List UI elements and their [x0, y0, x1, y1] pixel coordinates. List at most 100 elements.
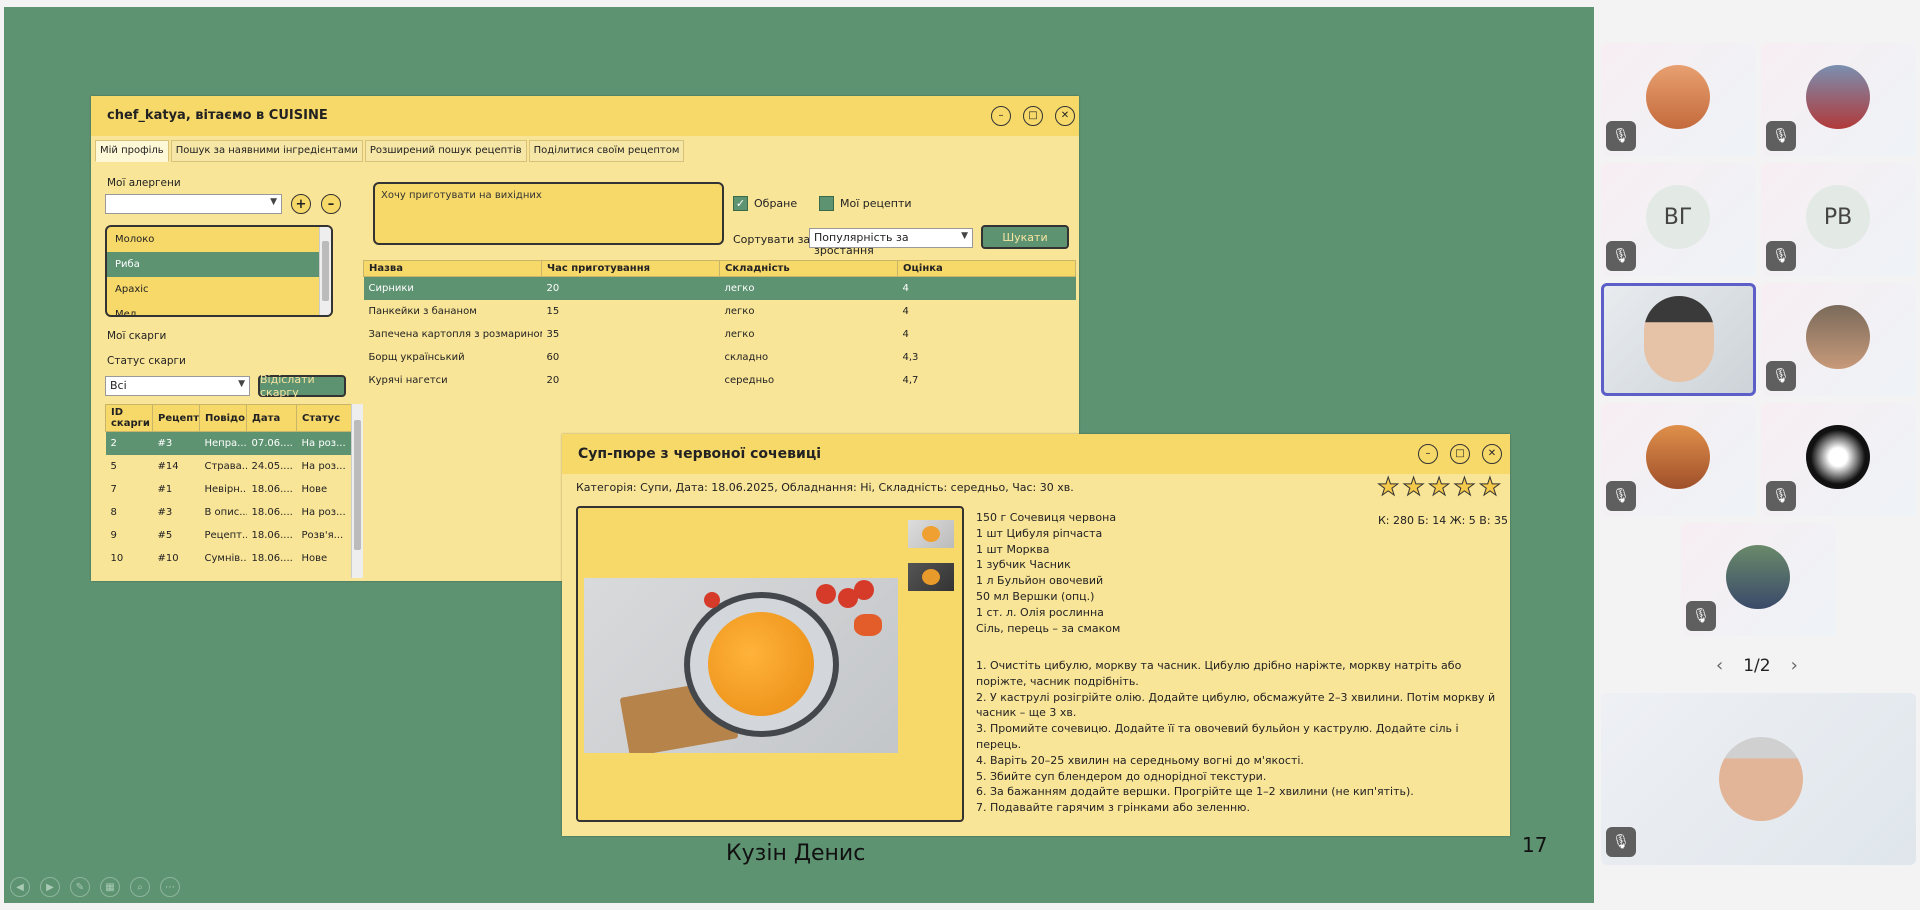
avatar: [1806, 305, 1870, 369]
next-slide-icon[interactable]: ▶: [40, 877, 60, 897]
table-row[interactable]: 7 #1 Невірн... 18.06.... Нове: [106, 478, 352, 501]
sort-select[interactable]: Популярність за зростання ▼: [809, 228, 973, 257]
pen-icon[interactable]: ✎: [70, 877, 90, 897]
maximize-icon[interactable]: □: [1450, 444, 1470, 464]
image-thumbnail[interactable]: [908, 563, 954, 591]
search-button[interactable]: Шукати: [981, 225, 1069, 249]
column-header[interactable]: ID скарги: [105, 404, 153, 432]
participant-tile[interactable]: 🎙: [1601, 403, 1756, 516]
table-cell: Панкейки з бананом: [368, 305, 477, 317]
star-icon[interactable]: ★: [1376, 474, 1399, 500]
table-row[interactable]: Курячі нагетси 20 середньо 4,7: [364, 369, 1076, 392]
recipe-meta: Категорія: Супи, Дата: 18.06.2025, Облад…: [576, 481, 1074, 494]
add-allergen-icon[interactable]: +: [291, 194, 311, 214]
ingredient-line: 150 г Сочевиця червона: [976, 511, 1117, 524]
minimize-icon[interactable]: –: [1418, 444, 1438, 464]
image-thumbnail[interactable]: [908, 520, 954, 548]
column-header[interactable]: Назва: [363, 260, 542, 277]
chevron-down-icon: ▼: [961, 231, 968, 241]
allergen-scrollbar[interactable]: [319, 227, 331, 315]
table-cell: 60: [546, 351, 560, 363]
avatar: [1719, 737, 1803, 821]
column-header[interactable]: Складність: [719, 260, 898, 277]
ingredient-line: 1 шт Цибуля ріпчаста: [976, 526, 1103, 540]
participants-panel: 🎙 🎙 ВГ 🎙 РВ 🎙 🎙 🎙 🎙 🎙 ‹ 1/2 › 🎙: [1596, 0, 1920, 910]
table-row[interactable]: Панкейки з бананом 15 легко 4: [364, 300, 1076, 323]
allergen-item[interactable]: Молоко: [107, 227, 331, 252]
main-window-title: chef_katya, вітаємо в CUISINE: [107, 108, 328, 123]
active-speaker-tile[interactable]: [1601, 283, 1756, 396]
allergen-item[interactable]: Риба: [107, 252, 331, 277]
close-icon[interactable]: ✕: [1055, 106, 1075, 126]
slides-grid-icon[interactable]: ▦: [100, 877, 120, 897]
step-line: 3. Промийте сочевицю. Додайте її та овоч…: [976, 722, 1459, 751]
participant-tile[interactable]: ВГ 🎙: [1601, 163, 1756, 276]
mic-muted-icon: 🎙: [1686, 601, 1716, 631]
table-row[interactable]: Запечена картопля з розмарином 35 легко 4: [364, 323, 1076, 346]
star-icon[interactable]: ★: [1402, 474, 1425, 500]
column-header[interactable]: Час приготування: [541, 260, 720, 277]
column-header[interactable]: Статус: [296, 404, 352, 432]
complaints-scrollbar[interactable]: [351, 404, 363, 578]
ingredient-line: 50 мл Вершки (опц.): [976, 589, 1095, 603]
table-cell: На роз...: [301, 506, 346, 518]
remove-allergen-icon[interactable]: –: [321, 194, 341, 214]
star-icon[interactable]: ★: [1427, 474, 1450, 500]
table-cell: 10: [110, 552, 124, 564]
close-icon[interactable]: ✕: [1482, 444, 1502, 464]
ingredient-line: Сіль, перець – за смаком: [976, 621, 1121, 635]
favorites-checkbox[interactable]: ✓ Обране: [733, 196, 797, 211]
table-row[interactable]: 10 #10 Сумнів... 18.06.... Нове: [106, 547, 352, 570]
avatar-initials: ВГ: [1646, 185, 1710, 249]
table-row[interactable]: Сирники 20 легко 4: [363, 276, 1076, 300]
table-row[interactable]: 5 #14 Страва... 24.05.... На роз...: [106, 455, 352, 478]
my-recipes-label: Мої рецепти: [840, 197, 912, 210]
send-complaint-button[interactable]: Відіслати скаргу: [258, 373, 346, 399]
my-recipes-checkbox[interactable]: Мої рецепти: [819, 196, 912, 211]
ingredient-line: 1 шт Морква: [976, 542, 1050, 556]
participant-tile[interactable]: 🎙: [1601, 693, 1916, 865]
table-cell: 18.06....: [251, 552, 293, 564]
column-header[interactable]: Повідо: [199, 404, 247, 432]
table-row[interactable]: Борщ український 60 складно 4,3: [364, 346, 1076, 369]
allergen-item[interactable]: Арахіс: [107, 277, 331, 302]
table-row[interactable]: 9 #5 Рецепт... 18.06.... Розв'я...: [106, 524, 352, 547]
mic-muted-icon: 🎙: [1606, 481, 1636, 511]
participant-tile[interactable]: РВ 🎙: [1761, 163, 1916, 276]
column-header[interactable]: Дата: [246, 404, 297, 432]
participant-tile[interactable]: 🎙: [1761, 43, 1916, 156]
column-header[interactable]: Оцінка: [897, 260, 1076, 277]
table-row[interactable]: 8 #3 В опис... 18.06.... На роз...: [106, 501, 352, 524]
more-icon[interactable]: ⋯: [160, 877, 180, 897]
maximize-icon[interactable]: □: [1023, 106, 1043, 126]
star-icon[interactable]: ★: [1478, 474, 1501, 500]
chevron-left-icon[interactable]: ‹: [1716, 655, 1723, 676]
tab-advanced-search[interactable]: Розширений пошук рецептів: [364, 140, 527, 162]
zoom-icon[interactable]: ⌕: [130, 877, 150, 897]
participant-tile[interactable]: 🎙: [1761, 403, 1916, 516]
minimize-icon[interactable]: –: [991, 106, 1011, 126]
table-cell: легко: [724, 305, 755, 317]
table-cell: Курячі нагетси: [368, 374, 448, 386]
participant-tile[interactable]: 🎙: [1761, 283, 1916, 396]
column-header[interactable]: Рецепт: [152, 404, 200, 432]
tab-share-recipe[interactable]: Поділитися своїм рецептом: [528, 140, 685, 162]
star-icon[interactable]: ★: [1453, 474, 1476, 500]
participant-tile[interactable]: 🎙: [1601, 43, 1756, 156]
prev-slide-icon[interactable]: ◀: [10, 877, 30, 897]
complaint-status-select[interactable]: Всі ▼: [105, 376, 250, 396]
tab-ingredient-search[interactable]: Пошук за наявними інгредієнтами: [170, 140, 363, 162]
table-cell: легко: [719, 276, 898, 300]
allergen-item[interactable]: Мед: [107, 302, 331, 315]
table-row[interactable]: 2 #3 Непра... 07.06.... На роз...: [105, 431, 352, 455]
recipe-image-panel: [576, 506, 964, 822]
table-cell: Нове: [301, 483, 328, 495]
tab-my-profile[interactable]: Мій профіль: [95, 140, 169, 162]
avatar: [1806, 425, 1870, 489]
allergen-select[interactable]: ▼: [105, 194, 282, 214]
participant-tile[interactable]: 🎙: [1681, 523, 1836, 636]
note-textarea[interactable]: Хочу приготувати на вихідних: [373, 182, 724, 245]
chevron-right-icon[interactable]: ›: [1791, 655, 1798, 676]
steps-list: 1. Очистіть цибулю, моркву та часник. Ци…: [976, 658, 1501, 816]
table-cell: 4: [902, 305, 909, 317]
